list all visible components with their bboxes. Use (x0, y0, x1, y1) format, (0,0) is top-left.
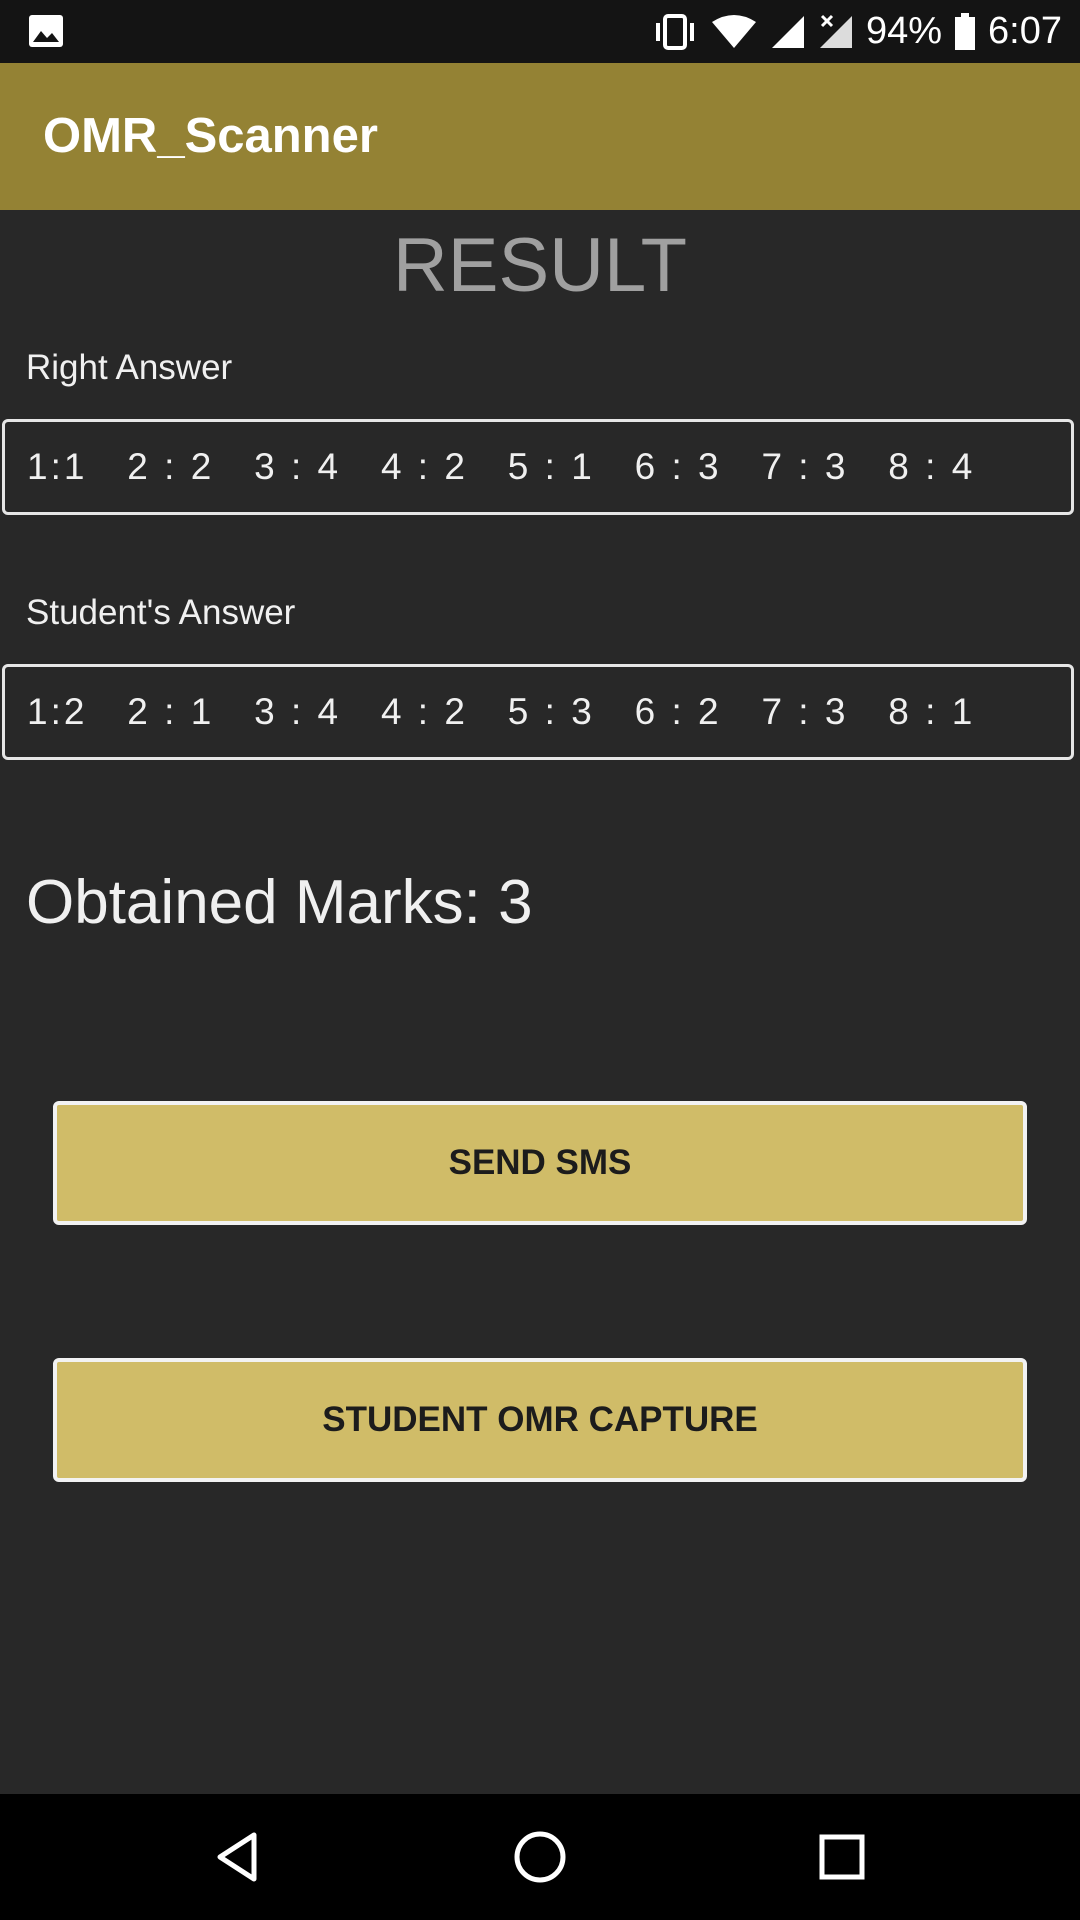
recents-icon[interactable] (812, 1827, 872, 1887)
vibrate-icon (652, 13, 698, 50)
battery-icon (954, 12, 976, 51)
send-sms-button[interactable]: SEND SMS (53, 1101, 1027, 1225)
app-title: OMR_Scanner (43, 109, 378, 163)
right-answer-field[interactable]: 1:1 2 : 2 3 : 4 4 : 2 5 : 1 6 : 3 7 : 3 … (2, 419, 1074, 515)
right-answer-label: Right Answer (26, 348, 233, 387)
back-icon[interactable] (208, 1827, 268, 1887)
signal-no-data-icon (818, 14, 854, 50)
student-answer-field[interactable]: 1:2 2 : 1 3 : 4 4 : 2 5 : 3 6 : 2 7 : 3 … (2, 664, 1074, 760)
gallery-icon (28, 14, 64, 53)
battery-percentage: 94% (865, 10, 943, 52)
wifi-icon (710, 14, 758, 50)
status-bar: 94% 6:07 (0, 0, 1080, 63)
result-screen: RESULT Right Answer 1:1 2 : 2 3 : 4 4 : … (0, 210, 1080, 1794)
home-icon[interactable] (510, 1827, 570, 1887)
signal-icon (770, 14, 806, 50)
status-time: 6:07 (988, 10, 1062, 52)
student-answer-label: Student's Answer (26, 593, 296, 632)
obtained-marks: Obtained Marks: 3 (26, 868, 533, 937)
result-heading: RESULT (392, 223, 688, 308)
student-omr-capture-button[interactable]: STUDENT OMR CAPTURE (53, 1358, 1027, 1482)
navigation-bar (0, 1794, 1080, 1920)
status-icons: 94% 6:07 (652, 0, 1062, 63)
app-bar: OMR_Scanner (0, 63, 1080, 210)
